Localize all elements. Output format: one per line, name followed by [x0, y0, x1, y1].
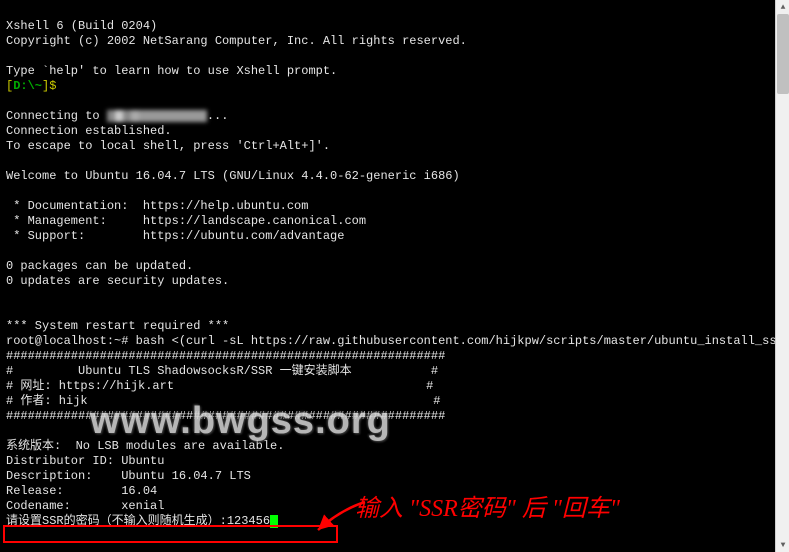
copyright-line: Copyright (c) 2002 NetSarang Computer, I… — [6, 34, 467, 48]
welcome-line: Welcome to Ubuntu 16.04.7 LTS (GNU/Linux… — [6, 169, 460, 183]
banner-title: # Ubuntu TLS ShadowsocksR/SSR 一键安装脚本 # — [6, 364, 438, 378]
scroll-up-icon[interactable]: ▲ — [776, 0, 789, 14]
banner-site: # 网址: https://hijk.art # — [6, 379, 433, 393]
scrollbar-thumb[interactable] — [777, 14, 789, 94]
password-prompt: 请设置SSR的密码（不输入则随机生成）: — [6, 514, 227, 528]
restart-line: *** System restart required *** — [6, 319, 229, 333]
shell-command: bash <(curl -sL https://raw.githubuserco… — [136, 334, 775, 348]
app-title: Xshell 6 (Build 0204) — [6, 19, 157, 33]
password-input-value[interactable]: 123456 — [227, 514, 270, 528]
lsb-rel: Release: 16.04 — [6, 484, 157, 498]
terminal-output[interactable]: Xshell 6 (Build 0204) Copyright (c) 2002… — [0, 0, 775, 552]
lsb-dist: Distributor ID: Ubuntu — [6, 454, 164, 468]
link-support: * Support: https://ubuntu.com/advantage — [6, 229, 344, 243]
banner-border-bottom: ########################################… — [6, 409, 445, 423]
lsb-header: 系统版本: No LSB modules are available. — [6, 439, 284, 453]
vertical-scrollbar[interactable]: ▲ ▼ — [775, 0, 789, 552]
local-prompt-path: D:\~ — [13, 79, 42, 93]
lsb-desc: Description: Ubuntu 16.04.7 LTS — [6, 469, 251, 483]
link-doc: * Documentation: https://help.ubuntu.com — [6, 199, 308, 213]
escape-hint: To escape to local shell, press 'Ctrl+Al… — [6, 139, 330, 153]
cursor-icon — [270, 515, 278, 528]
help-line: Type `help' to learn how to use Xshell p… — [6, 64, 337, 78]
scroll-down-icon[interactable]: ▼ — [776, 538, 789, 552]
local-prompt-end: ]$ — [42, 79, 64, 93]
conn-established: Connection established. — [6, 124, 172, 138]
link-mgmt: * Management: https://landscape.canonica… — [6, 214, 366, 228]
redacted-host — [107, 110, 207, 122]
connecting-post: ... — [207, 109, 229, 123]
banner-author: # 作者: hijk # — [6, 394, 440, 408]
banner-border-top: ########################################… — [6, 349, 445, 363]
lsb-code: Codename: xenial — [6, 499, 164, 513]
connecting-pre: Connecting to — [6, 109, 107, 123]
updates-sec: 0 updates are security updates. — [6, 274, 229, 288]
updates-pkg: 0 packages can be updated. — [6, 259, 193, 273]
shell-prompt: root@localhost:~# — [6, 334, 136, 348]
